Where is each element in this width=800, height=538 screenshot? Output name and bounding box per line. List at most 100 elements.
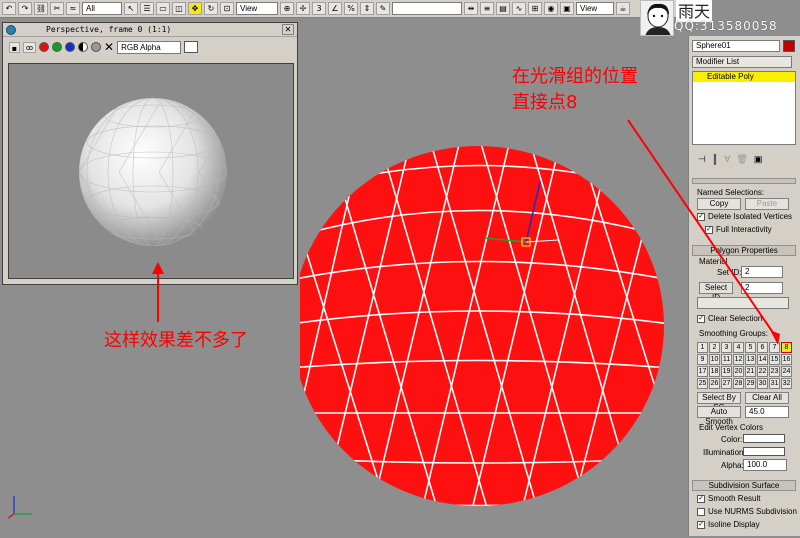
schematic-view-icon[interactable]: ⊞ [528,2,542,15]
auto-smooth-button[interactable]: Auto Smooth [697,406,741,426]
smoothing-group-button-24[interactable]: 24 [781,366,792,377]
copy-button[interactable]: Copy [697,198,741,210]
paste-button[interactable]: Paste [745,198,789,210]
material-editor-icon[interactable]: ◉ [544,2,558,15]
blue-channel-icon[interactable] [65,42,75,52]
percent-snap-icon[interactable]: % [344,2,358,15]
smoothing-group-button-14[interactable]: 14 [757,354,768,365]
modifier-list-select[interactable]: Modifier List [692,56,792,68]
redo-icon[interactable]: ↷ [18,2,32,15]
green-channel-icon[interactable] [52,42,62,52]
smoothing-group-button-16[interactable]: 16 [781,354,792,365]
smoothing-group-button-27[interactable]: 27 [721,378,732,389]
select-move-icon[interactable]: ✥ [188,2,202,15]
named-selection-sets-select[interactable] [392,2,462,15]
pin-stack-icon[interactable]: ⊣ [698,154,706,168]
select-id-spinner[interactable]: 2 [741,282,783,294]
smoothing-group-button-17[interactable]: 17 [697,366,708,377]
selection-filter-select[interactable]: All [82,2,122,15]
smoothing-group-button-25[interactable]: 25 [697,378,708,389]
smoothing-group-button-21[interactable]: 21 [745,366,756,377]
subdivision-surface-rollout[interactable]: Subdivision Surface [692,480,796,491]
angle-snap-icon[interactable]: ∠ [328,2,342,15]
smoothing-group-button-29[interactable]: 29 [745,378,756,389]
red-sphere[interactable] [292,146,664,506]
smoothing-group-button-9[interactable]: 9 [697,354,708,365]
configure-sets-icon[interactable]: ▣ [754,154,763,168]
selection-rollout[interactable] [692,178,796,184]
reference-coord-select[interactable]: View [236,2,278,15]
unlink-icon[interactable]: ✂ [50,2,64,15]
polygon-properties-rollout[interactable]: Polygon Properties [692,245,796,256]
select-by-sg-button[interactable]: Select By SG [697,392,741,412]
smoothing-group-button-8[interactable]: 8 [781,342,792,353]
select-by-name-icon[interactable]: ☰ [140,2,154,15]
smoothing-group-button-15[interactable]: 15 [769,354,780,365]
align-icon[interactable]: ≡ [480,2,494,15]
smoothing-group-button-28[interactable]: 28 [733,378,744,389]
smoothing-group-button-4[interactable]: 4 [733,342,744,353]
smoothing-group-button-30[interactable]: 30 [757,378,768,389]
clear-selection-checkbox[interactable]: ✓ Clear Selection [697,314,762,323]
alpha-spinner[interactable]: 100.0 [743,459,787,471]
full-interactivity-checkbox[interactable]: ✓ Full Interactivity [705,225,772,234]
save-icon[interactable]: ▪ [9,41,20,53]
quick-render-icon[interactable]: ☕ [616,2,630,15]
channel-select[interactable]: RGB Alpha [117,40,182,54]
smoothing-group-button-26[interactable]: 26 [709,378,720,389]
curve-editor-icon[interactable]: ∿ [512,2,526,15]
smoothing-group-button-1[interactable]: 1 [697,342,708,353]
delete-isolated-checkbox[interactable]: ✓ Delete Isolated Vertices [697,212,792,221]
smoothing-group-button-5[interactable]: 5 [745,342,756,353]
select-manipulate-icon[interactable]: ✢ [296,2,310,15]
select-scale-icon[interactable]: ⊡ [220,2,234,15]
alpha-channel-icon[interactable] [78,42,88,52]
smoothing-group-button-31[interactable]: 31 [769,378,780,389]
isoline-display-checkbox[interactable]: ✓ Isoline Display [697,520,760,529]
smoothing-group-button-20[interactable]: 20 [733,366,744,377]
layer-manager-icon[interactable]: ▤ [496,2,510,15]
smoothing-group-button-7[interactable]: 7 [769,342,780,353]
smoothing-group-button-11[interactable]: 11 [721,354,732,365]
smooth-result-checkbox[interactable]: ✓ Smooth Result [697,494,760,503]
material-name-select[interactable] [697,297,789,309]
edit-named-sel-icon[interactable]: ✎ [376,2,390,15]
smoothing-group-button-23[interactable]: 23 [769,366,780,377]
monochrome-icon[interactable] [91,42,101,52]
clone-icon[interactable]: ꝏ [23,41,36,53]
make-unique-icon[interactable]: ∀ [724,154,730,168]
show-end-result-icon[interactable]: ║ [712,154,718,168]
spinner-snap-icon[interactable]: ⇕ [360,2,374,15]
smoothing-group-button-19[interactable]: 19 [721,366,732,377]
render-setup-icon[interactable]: ▣ [560,2,574,15]
snap-toggle-icon[interactable]: 3 [312,2,326,15]
smoothing-group-button-13[interactable]: 13 [745,354,756,365]
clear-all-button[interactable]: Clear All [745,392,789,404]
use-nurms-checkbox[interactable]: Use NURMS Subdivision [697,507,797,516]
smoothing-group-button-10[interactable]: 10 [709,354,720,365]
window-crossing-icon[interactable]: ◫ [172,2,186,15]
mirror-icon[interactable]: ⇹ [464,2,478,15]
clear-icon[interactable]: ✕ [104,40,114,54]
select-id-button[interactable]: Select ID [699,282,733,302]
close-icon[interactable]: ✕ [282,24,294,35]
render-type-select[interactable]: View [576,2,614,15]
object-name-field[interactable]: Sphere01 [692,40,780,52]
smoothing-group-button-22[interactable]: 22 [757,366,768,377]
select-rotate-icon[interactable]: ↻ [204,2,218,15]
remove-modifier-icon[interactable]: 🗑 [736,154,747,168]
undo-icon[interactable]: ↶ [2,2,16,15]
object-color-swatch[interactable] [783,40,795,52]
bind-space-warp-icon[interactable]: ≈ [66,2,80,15]
set-id-spinner[interactable]: 2 [741,266,783,278]
color-swatch[interactable] [184,41,199,53]
red-channel-icon[interactable] [39,42,49,52]
smoothing-group-button-2[interactable]: 2 [709,342,720,353]
smoothing-group-button-12[interactable]: 12 [733,354,744,365]
pivot-center-icon[interactable]: ⊕ [280,2,294,15]
vertex-color-swatch[interactable] [743,434,785,443]
illumination-swatch[interactable] [743,447,785,456]
smoothing-group-button-6[interactable]: 6 [757,342,768,353]
auto-smooth-spinner[interactable]: 45.0 [745,406,789,418]
select-object-icon[interactable]: ↖ [124,2,138,15]
